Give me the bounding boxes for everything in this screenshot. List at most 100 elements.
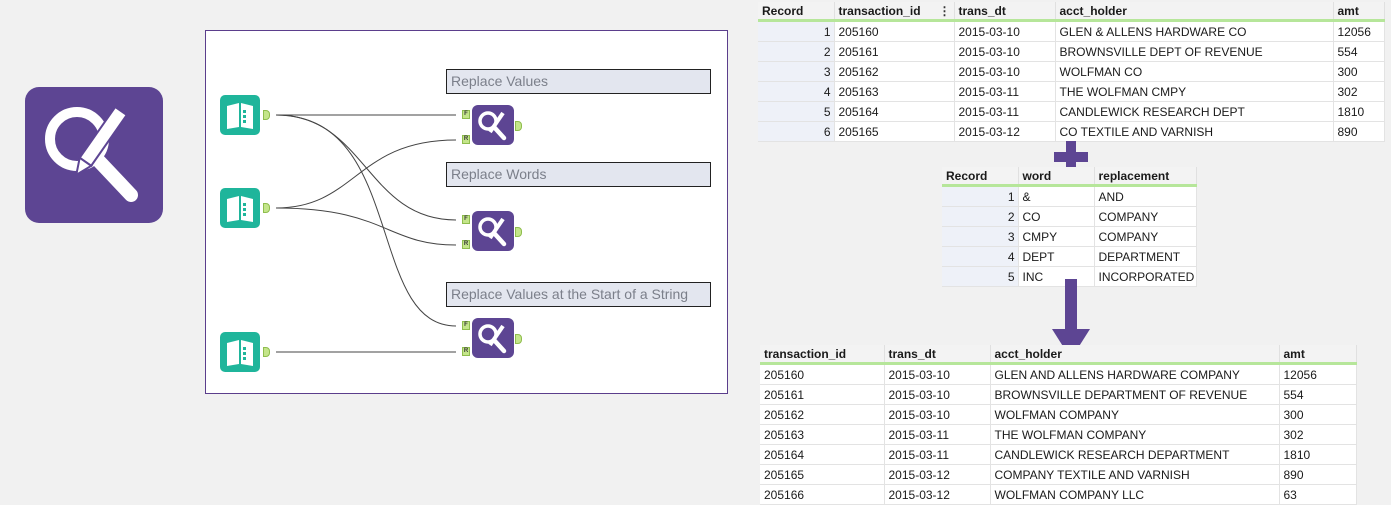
table-cell[interactable]: 2015-03-10 [884,404,991,425]
r-input-anchor[interactable]: R [462,347,470,356]
table-cell[interactable]: BROWNSVILLE DEPARTMENT OF REVENUE [990,384,1280,405]
table-cell[interactable]: BROWNSVILLE DEPT OF REVENUE [1055,41,1334,62]
find-replace-icon[interactable] [472,211,514,251]
f-input-anchor[interactable]: F [462,321,470,330]
table-cell[interactable]: 205160 [760,363,885,385]
output-anchor[interactable] [515,334,522,344]
table-cell[interactable]: 1810 [1279,444,1357,465]
column-header[interactable]: word [1018,167,1095,187]
output-anchor[interactable] [263,203,270,213]
table-cell[interactable]: AND [1094,185,1197,207]
r-input-anchor[interactable]: R [462,135,470,144]
column-header[interactable]: acct_holder [990,345,1280,365]
table-cell[interactable]: INCORPORATED [1094,266,1197,287]
table-cell[interactable]: 205160 [834,20,955,42]
table-cell[interactable]: 2015-03-11 [954,101,1056,122]
table-cell[interactable]: 2015-03-12 [884,484,991,505]
column-header[interactable]: trans_dt [954,2,1056,22]
column-header[interactable]: acct_holder [1055,2,1334,22]
table-row[interactable]: 205163 2015-03-11 THE WOLFMAN COMPANY 302 [760,424,1357,445]
input-data-book-icon[interactable] [220,332,260,372]
table-row[interactable]: 5 205164 2015-03-11 CANDLEWICK RESEARCH DEP… [758,101,1385,122]
table-cell[interactable]: 302 [1279,424,1357,445]
table-cell[interactable]: WOLFMAN COMPANY [990,404,1280,425]
table-cell[interactable]: GLEN & ALLENS HARDWARE CO [1055,20,1334,42]
table-cell[interactable]: 2015-03-10 [954,61,1056,82]
table-cell[interactable]: 2015-03-11 [884,424,991,445]
table-cell[interactable]: 300 [1333,61,1385,82]
output-anchor[interactable] [263,347,270,357]
table-row[interactable]: 1 & AND [942,185,1197,207]
table-cell[interactable]: THE WOLFMAN CMPY [1055,81,1334,102]
table-cell[interactable]: DEPARTMENT [1094,246,1197,267]
table-row[interactable]: 4 205163 2015-03-11 THE WOLFMAN CMPY 302 [758,81,1385,102]
table-cell[interactable]: 2015-03-10 [954,41,1056,62]
table-cell[interactable]: 205162 [760,404,885,425]
table-cell[interactable]: 205163 [834,81,955,102]
workflow-canvas[interactable]: Replace Values Replace Words Replace Val… [205,30,728,394]
find-replace-icon[interactable] [472,318,514,358]
table-row[interactable]: 205162 2015-03-10 WOLFMAN COMPANY 300 [760,404,1357,425]
column-header[interactable]: amt [1333,2,1385,22]
table-cell[interactable]: 205166 [760,484,885,505]
table-cell[interactable]: 12056 [1333,20,1385,42]
table-cell[interactable]: 302 [1333,81,1385,102]
table-cell[interactable]: 2015-03-10 [884,384,991,405]
table-row[interactable]: 205161 2015-03-10 BROWNSVILLE DEPARTMENT O… [760,384,1357,405]
table-cell[interactable]: 1810 [1333,101,1385,122]
table-cell[interactable]: WOLFMAN COMPANY LLC [990,484,1280,505]
table-cell[interactable]: 2015-03-10 [954,20,1056,42]
table-cell[interactable]: 205161 [834,41,955,62]
table-row[interactable]: 1 205160 2015-03-10 GLEN & ALLENS HARDWARE … [758,20,1385,42]
column-header[interactable]: amt [1279,345,1357,365]
table-cell[interactable]: DEPT [1018,246,1095,267]
output-anchor[interactable] [515,121,522,131]
table-row[interactable]: 6 205165 2015-03-12 CO TEXTILE AND VARNISH 8… [758,121,1385,142]
table-cell[interactable]: 890 [1279,464,1357,485]
column-menu-icon[interactable]: ⋮ [939,4,951,18]
comment-replace-values[interactable]: Replace Values [446,69,711,94]
table-cell[interactable]: COMPANY [1094,206,1197,227]
comment-replace-start[interactable]: Replace Values at the Start of a String [446,282,711,307]
table-cell[interactable]: 63 [1279,484,1357,505]
table-cell[interactable]: 890 [1333,121,1385,142]
table-cell[interactable]: COMPANY [1094,226,1197,247]
table-cell[interactable]: 2015-03-11 [884,444,991,465]
column-header[interactable]: replacement [1094,167,1197,187]
table-cell[interactable]: 205162 [834,61,955,82]
table-cell[interactable]: 205161 [760,384,885,405]
table-cell[interactable]: 205165 [760,464,885,485]
table-cell[interactable]: 205163 [760,424,885,445]
table-cell[interactable]: CO TEXTILE AND VARNISH [1055,121,1334,142]
r-input-anchor[interactable]: R [462,240,470,249]
column-header[interactable]: transaction_id [760,345,885,365]
input-data-book-icon[interactable] [220,188,260,228]
replacement-grid[interactable]: Record word replacement 1 & AND 2 CO COMPANY… [942,167,1197,287]
table-row[interactable]: 205160 2015-03-10 GLEN AND ALLENS HARDWARE… [760,363,1357,385]
table-cell[interactable]: 2015-03-12 [884,464,991,485]
output-anchor[interactable] [515,227,522,237]
table-cell[interactable]: 554 [1333,41,1385,62]
table-cell[interactable]: COMPANY TEXTILE AND VARNISH [990,464,1280,485]
f-input-anchor[interactable]: F [462,110,470,119]
table-row[interactable]: 2 CO COMPANY [942,206,1197,227]
table-row[interactable]: 2 205161 2015-03-10 BROWNSVILLE DEPT OF REV… [758,41,1385,62]
table-cell[interactable]: 2015-03-11 [954,81,1056,102]
column-header[interactable]: trans_dt [884,345,991,365]
table-row[interactable]: 205166 2015-03-12 WOLFMAN COMPANY LLC 63 [760,484,1357,505]
table-cell[interactable]: GLEN AND ALLENS HARDWARE COMPANY [990,363,1280,385]
table-row[interactable]: 205165 2015-03-12 COMPANY TEXTILE AND VARN… [760,464,1357,485]
table-cell[interactable]: 205164 [760,444,885,465]
comment-replace-words[interactable]: Replace Words [446,162,711,187]
input-data-book-icon[interactable] [220,95,260,135]
table-cell[interactable]: THE WOLFMAN COMPANY [990,424,1280,445]
table-row[interactable]: 3 CMPY COMPANY [942,226,1197,247]
table-cell[interactable]: 554 [1279,384,1357,405]
table-row[interactable]: 4 DEPT DEPARTMENT [942,246,1197,267]
table-cell[interactable]: CANDLEWICK RESEARCH DEPARTMENT [990,444,1280,465]
table-cell[interactable]: 205165 [834,121,955,142]
column-header[interactable]: transaction_id ⋮ [834,2,955,22]
table-cell[interactable]: 2015-03-10 [884,363,991,385]
table-row[interactable]: 3 205162 2015-03-10 WOLFMAN CO 300 [758,61,1385,82]
table-cell[interactable]: 2015-03-12 [954,121,1056,142]
